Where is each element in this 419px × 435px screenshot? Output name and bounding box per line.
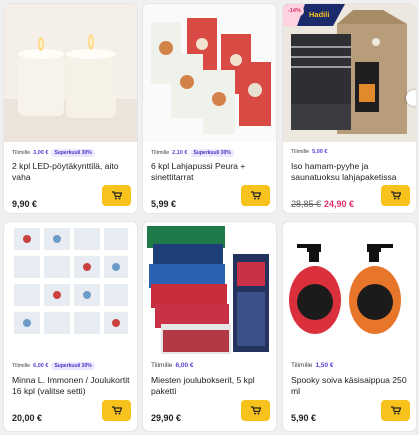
product-card[interactable]: Tilimille 3,00 € Superkuuli 30% 2 kpl LE… bbox=[4, 4, 137, 213]
add-to-cart-button[interactable] bbox=[381, 400, 410, 421]
points-info: Tilimille 2,10 € Superkuuli 30% bbox=[151, 149, 234, 157]
product-card[interactable]: Tilimille 6,00 € Superkuuli 30% Minna L.… bbox=[4, 222, 137, 431]
discount-flag: -14% bbox=[285, 6, 304, 16]
product-image-hamam-towel[interactable]: -14% Hadili bbox=[283, 4, 416, 142]
add-to-cart-button[interactable] bbox=[241, 185, 270, 206]
product-card[interactable]: Tilimille 2,10 € Superkuuli 30% 6 kpl La… bbox=[143, 4, 276, 213]
product-title[interactable]: 6 kpl Lahjapussi Peura + sinettitarrat bbox=[151, 161, 269, 182]
product-price: 28,85 €24,90 € bbox=[291, 199, 354, 209]
product-price: 29,90 € bbox=[151, 413, 182, 423]
shopping-cart-icon bbox=[250, 406, 261, 415]
add-to-cart-button[interactable] bbox=[381, 185, 410, 206]
product-title[interactable]: Miesten joulubokserit, 5 kpl paketti bbox=[151, 375, 269, 396]
points-info: Tilimille 3,00 € Superkuuli 30% bbox=[12, 149, 95, 157]
add-to-cart-button[interactable] bbox=[102, 185, 131, 206]
add-to-cart-button[interactable] bbox=[241, 400, 270, 421]
shopping-cart-icon bbox=[111, 406, 122, 415]
product-price: 20,00 € bbox=[12, 413, 43, 423]
product-image-hand-soap[interactable] bbox=[283, 222, 416, 360]
product-image-led-candles[interactable] bbox=[4, 4, 137, 142]
promo-ribbon: Hadili bbox=[309, 10, 330, 19]
product-price: 5,99 € bbox=[151, 199, 177, 209]
shopping-cart-icon bbox=[390, 406, 401, 415]
product-price: 9,90 € bbox=[12, 199, 38, 209]
product-title[interactable]: Minna L. Immonen / Joulukortit 16 kpl (v… bbox=[12, 375, 130, 396]
product-image-christmas-cards[interactable] bbox=[4, 222, 137, 360]
shopping-cart-icon bbox=[250, 191, 261, 200]
product-image-boxers[interactable] bbox=[143, 222, 276, 360]
shopping-cart-icon bbox=[390, 191, 401, 200]
sale-price: 24,90 € bbox=[324, 199, 355, 209]
product-card[interactable]: Tilimille 1,50 € Spooky soiva käsisaippu… bbox=[283, 222, 416, 431]
product-title[interactable]: 2 kpl LED-pöytäkynttilä, aito vaha bbox=[12, 161, 130, 182]
superkuuli-badge: Superkuuli 30% bbox=[51, 149, 95, 157]
product-card[interactable]: -14% Hadili Tilimille 5,00 € Iso hamam-p… bbox=[283, 4, 416, 213]
product-grid: Tilimille 3,00 € Superkuuli 30% 2 kpl LE… bbox=[0, 0, 419, 435]
points-info: Tilimille 6,00 € bbox=[151, 362, 194, 369]
old-price: 28,85 € bbox=[291, 199, 322, 209]
product-card[interactable]: Tilimille 6,00 € Miesten joulubokserit, … bbox=[143, 222, 276, 431]
add-to-cart-button[interactable] bbox=[102, 400, 131, 421]
product-title[interactable]: Spooky soiva käsisaippua 250 ml bbox=[291, 375, 409, 396]
product-price: 5,90 € bbox=[291, 413, 317, 423]
carousel-next-button[interactable] bbox=[406, 90, 416, 106]
shopping-cart-icon bbox=[111, 191, 122, 200]
product-image-gift-bags[interactable] bbox=[143, 4, 276, 142]
points-info: Tilimille 6,00 € Superkuuli 30% bbox=[12, 362, 95, 370]
points-info: Tilimille 1,50 € bbox=[291, 362, 334, 369]
superkuuli-badge: Superkuuli 30% bbox=[190, 149, 234, 157]
superkuuli-badge: Superkuuli 30% bbox=[51, 362, 95, 370]
points-info: Tilimille 5,00 € bbox=[291, 149, 328, 155]
product-title[interactable]: Iso hamam-pyyhe ja saunatuoksu lahjapake… bbox=[291, 161, 409, 182]
